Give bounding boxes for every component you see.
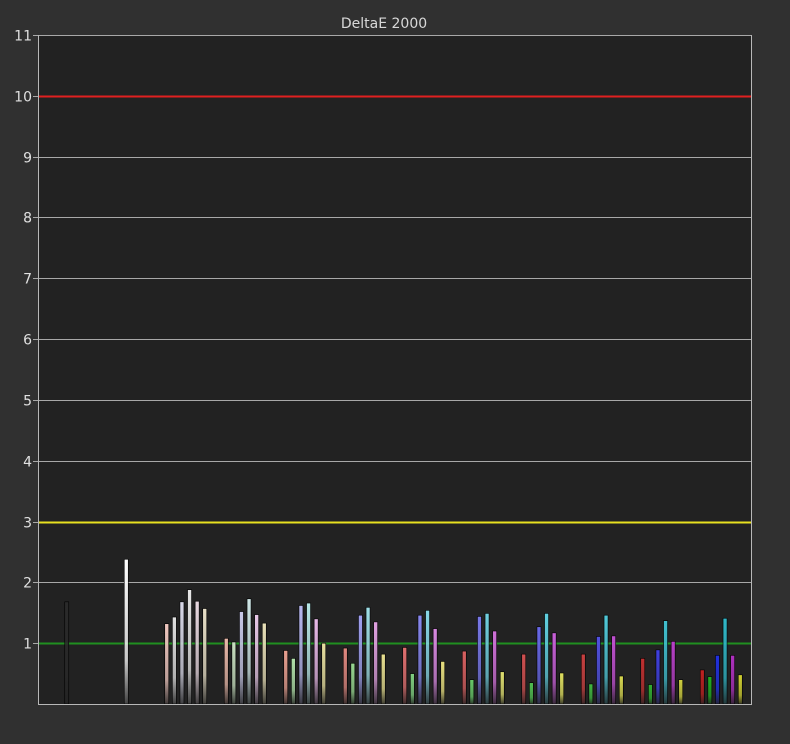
bar <box>603 614 609 705</box>
bar <box>231 641 237 705</box>
chart-container: 1 2 3 4 5 6 7 8 9 10 11 DeltaE 2000 <box>0 0 790 740</box>
bar <box>484 613 490 705</box>
bar <box>648 684 653 705</box>
bar <box>254 614 259 705</box>
bar <box>432 628 438 705</box>
y-tick-label: 10 <box>14 90 32 106</box>
bar <box>239 611 244 705</box>
bar <box>321 642 327 705</box>
bar <box>402 647 408 705</box>
bar <box>283 650 289 705</box>
bar <box>492 630 497 705</box>
y-tick-label: 9 <box>23 151 32 167</box>
bar <box>596 636 601 705</box>
bar <box>461 650 467 705</box>
y-tick-label: 1 <box>23 637 32 653</box>
bar <box>164 623 170 705</box>
bar <box>640 658 646 705</box>
chart-title: DeltaE 2000 <box>341 16 427 32</box>
bar <box>529 682 534 705</box>
bar <box>477 616 482 705</box>
bar <box>707 676 713 705</box>
bar <box>551 632 557 705</box>
y-tick-label: 2 <box>23 576 32 592</box>
bar <box>611 635 616 705</box>
bar <box>425 610 430 705</box>
y-tick-label: 6 <box>23 333 32 349</box>
bar <box>655 649 661 705</box>
bar <box>350 662 356 705</box>
bar <box>730 655 735 705</box>
bar <box>499 671 505 705</box>
bar <box>469 679 475 705</box>
bar <box>618 675 624 705</box>
y-tick-label: 5 <box>23 394 32 410</box>
bar <box>699 669 705 705</box>
bar <box>440 661 446 705</box>
bar <box>194 600 200 705</box>
bar <box>365 606 371 705</box>
bar <box>291 658 296 705</box>
bar <box>380 653 386 705</box>
bar <box>670 641 676 705</box>
bar <box>536 626 542 705</box>
bar <box>172 616 177 705</box>
bar <box>342 647 348 705</box>
y-tick-label: 11 <box>14 29 32 45</box>
y-tick-label: 7 <box>23 272 32 288</box>
y-tick-label: 3 <box>23 516 32 532</box>
y-tick-label: 4 <box>23 455 32 471</box>
bar <box>313 618 319 705</box>
bar <box>358 614 363 705</box>
bar <box>417 614 423 705</box>
bar <box>223 638 229 705</box>
bar <box>373 621 378 705</box>
bar <box>64 601 70 705</box>
bar <box>202 608 208 705</box>
bar <box>722 617 728 705</box>
bar <box>123 558 129 705</box>
bar <box>544 613 549 705</box>
bar <box>187 589 192 705</box>
bar <box>559 672 565 705</box>
bar <box>410 673 415 705</box>
bar <box>588 683 594 705</box>
bar <box>715 655 720 705</box>
bar <box>298 605 304 705</box>
deltae-chart: 1 2 3 4 5 6 7 8 9 10 11 DeltaE 2000 <box>0 0 790 740</box>
bar <box>179 601 185 705</box>
bar <box>261 622 267 705</box>
bar <box>580 653 586 705</box>
y-tick-label: 8 <box>23 211 32 227</box>
bar <box>246 598 252 705</box>
bar <box>737 674 743 705</box>
bar <box>306 602 311 705</box>
bar <box>663 620 668 705</box>
plot-area <box>38 35 752 704</box>
bar <box>678 679 684 705</box>
bar <box>521 653 527 705</box>
